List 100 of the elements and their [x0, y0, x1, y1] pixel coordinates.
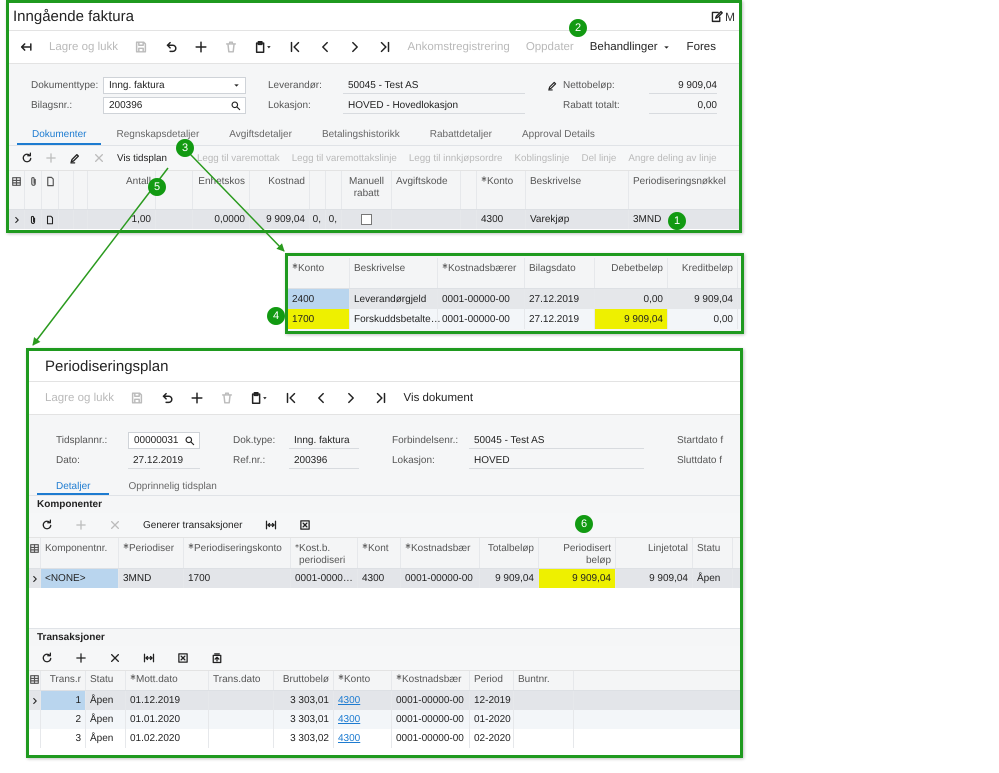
toolbar-button[interactable]: Vis dokument: [404, 392, 474, 404]
column-header[interactable]: Periodiser: [129, 543, 174, 555]
table-cell: 1,00: [88, 210, 156, 229]
back-icon[interactable]: [19, 40, 33, 54]
column-header[interactable]: Konto: [298, 263, 324, 275]
pencil-icon[interactable]: [547, 80, 558, 90]
tab[interactable]: Avgiftsdetaljer: [214, 126, 307, 145]
grid-settings-icon[interactable]: [11, 176, 22, 187]
grid-settings-icon[interactable]: [29, 543, 40, 554]
clipboard-icon[interactable]: [254, 40, 272, 54]
field-value: Inng. faktura: [289, 432, 359, 448]
column-header[interactable]: Kost.b. periodiseri: [299, 543, 353, 567]
fit-width-icon[interactable]: [143, 652, 155, 664]
checkbox[interactable]: [361, 214, 372, 225]
column-header[interactable]: Periodiseringskonto: [194, 543, 282, 555]
column-header[interactable]: Statu: [697, 543, 720, 555]
column-header[interactable]: Kostnadsbær: [402, 674, 462, 686]
column-header[interactable]: Buntnr.: [518, 674, 550, 686]
field-value: 50045 - Test AS: [343, 76, 525, 94]
table-row[interactable]: 2 Åpen 01.01.2020 3 303,01 4300 0001-00000-00 01-2020: [29, 710, 740, 729]
add-icon[interactable]: [75, 652, 87, 664]
menu-button[interactable]: Behandlinger: [590, 41, 671, 53]
link[interactable]: 4300: [338, 733, 360, 744]
table-cell: 0001-0000…: [291, 569, 358, 588]
edit-note-icon[interactable]: [710, 10, 723, 23]
search-icon[interactable]: [184, 434, 195, 446]
table-row[interactable]: 1700 Forskuddsbetalte…0001-00000-00 27.12.2019 9 909,04 0,00: [288, 309, 741, 329]
column-header[interactable]: Komponentnr.: [45, 543, 108, 555]
tab[interactable]: Opprinnelig tidsplan: [109, 479, 236, 495]
table-cell: 0001-00000-00: [392, 729, 470, 748]
table-cell: 0001-00000-00: [401, 569, 480, 588]
column-header[interactable]: Trans.dato: [213, 674, 260, 686]
link[interactable]: 4300: [338, 714, 360, 725]
add-icon[interactable]: [190, 391, 204, 405]
table-cell: 4300: [358, 569, 401, 588]
column-header[interactable]: Kostnad: [268, 176, 305, 188]
refresh-icon[interactable]: [41, 519, 53, 531]
column-header[interactable]: Bilagsdato: [529, 263, 576, 275]
column-header[interactable]: Periodiseringsnøkkel: [633, 176, 726, 188]
column-header[interactable]: Trans.r: [50, 674, 81, 686]
column-header[interactable]: Kostnadsbærer: [448, 263, 516, 275]
table-row[interactable]: <NONE> 3MND 1700 0001-0000… 4300 0001-00000-00 9 909,04 9 909,04 9 909,04 Åpen: [29, 569, 740, 588]
column-header[interactable]: Bruttobelø: [282, 674, 329, 686]
undo-icon[interactable]: [160, 391, 174, 405]
column-header[interactable]: Antall: [126, 176, 151, 188]
tab[interactable]: Rabattdetaljer: [414, 126, 508, 145]
export-icon[interactable]: [177, 652, 189, 664]
field-label: Bilagsnr.:: [31, 100, 74, 110]
column-header[interactable]: Avgiftskode: [396, 176, 448, 188]
upload-icon[interactable]: [211, 652, 223, 664]
last-icon[interactable]: [374, 391, 388, 405]
window-title: Inngående faktura: [13, 8, 134, 25]
toolbar-button[interactable]: Fores: [686, 41, 716, 53]
close-icon[interactable]: [109, 652, 121, 664]
column-header[interactable]: Totalbeløp: [488, 543, 534, 555]
column-header[interactable]: Periodisert beløp: [543, 543, 611, 567]
column-header[interactable]: Konto: [344, 674, 370, 686]
input-field[interactable]: 200396: [103, 96, 246, 114]
corner-label[interactable]: M: [725, 10, 735, 24]
last-icon[interactable]: [378, 40, 392, 54]
input-field[interactable]: Inng. faktura: [103, 76, 246, 94]
refresh-icon[interactable]: [41, 652, 53, 664]
tab[interactable]: Betalingshistorikk: [306, 126, 415, 145]
export-icon[interactable]: [298, 519, 310, 531]
column-header[interactable]: Beskrivelse: [354, 263, 406, 275]
add-icon[interactable]: [194, 40, 208, 54]
column-header[interactable]: Kont: [368, 543, 389, 555]
table-cell: <NONE>: [41, 569, 119, 588]
column-header[interactable]: Period: [474, 674, 503, 686]
undo-icon[interactable]: [164, 40, 178, 54]
field-label: Dokumenttype:: [31, 80, 100, 90]
clipboard-icon[interactable]: [250, 391, 268, 405]
field-label: Leverandør:: [268, 80, 323, 90]
pencil-icon[interactable]: [69, 152, 81, 164]
column-header[interactable]: Kostnadsbær: [411, 543, 470, 555]
column-header[interactable]: Statu: [90, 674, 114, 686]
toolbar-button[interactable]: Vis tidsplan: [117, 152, 167, 164]
tab[interactable]: Approval Details: [507, 126, 610, 145]
fit-width-icon[interactable]: [264, 519, 276, 531]
field-value: 9 909,04: [649, 76, 717, 94]
table-cell: Åpen: [86, 729, 126, 748]
column-header[interactable]: Konto: [487, 176, 514, 188]
column-header[interactable]: Mott.dato: [136, 674, 178, 686]
column-header[interactable]: Manuell rabatt: [346, 176, 387, 200]
table-row[interactable]: 2400 Leverandørgjeld 0001-00000-00 27.12.2019 0,00 9 909,04: [288, 289, 741, 309]
toolbar-button[interactable]: Generer transaksjoner: [143, 520, 242, 530]
link[interactable]: 4300: [338, 695, 360, 706]
grid-settings-icon[interactable]: [29, 674, 40, 685]
column-header[interactable]: Debetbeløp: [611, 263, 663, 275]
field-value: 27.12.2019: [128, 452, 200, 468]
column-header[interactable]: Linjetotal: [648, 543, 688, 555]
column-header[interactable]: Kreditbeløp: [682, 263, 733, 275]
table-row[interactable]: 1 Åpen 01.12.2019 3 303,01 4300 0001-00000-00 12-2019: [29, 691, 740, 710]
table-row[interactable]: 3 Åpen 01.02.2020 3 303,02 4300 0001-00000-00 02-2020: [29, 729, 740, 748]
refresh-icon[interactable]: [21, 152, 33, 164]
field-value: 200396: [289, 452, 359, 468]
column-header[interactable]: Beskrivelse: [530, 176, 582, 188]
page-icon[interactable]: [44, 176, 56, 187]
input-field[interactable]: 00000031: [128, 432, 200, 448]
search-icon[interactable]: [230, 100, 241, 110]
